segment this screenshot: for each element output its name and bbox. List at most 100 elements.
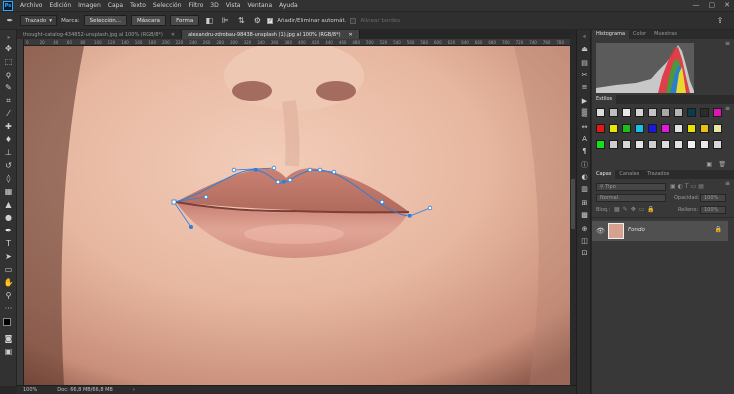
style-swatch[interactable] [622,140,631,149]
style-swatch[interactable] [700,124,709,133]
zoom-level[interactable]: 100% [23,387,37,393]
style-swatch[interactable] [687,124,696,133]
blur-tool-icon[interactable]: ▲ [2,200,15,210]
style-swatch[interactable] [661,124,670,133]
collapse-toolbar-icon[interactable]: » [2,33,15,43]
layer-row[interactable]: 👁 Fondo 🔒 [592,221,728,241]
menu-3d[interactable]: 3D [210,2,218,9]
style-swatch[interactable] [700,140,709,149]
style-swatch[interactable] [622,108,631,117]
style-swatch[interactable] [674,108,683,117]
style-swatch[interactable] [622,124,631,133]
hand-tool-icon[interactable]: ✋ [2,278,15,288]
paragraph-icon[interactable]: ▒ [579,108,590,118]
history-icon[interactable]: ⏏ [579,44,590,54]
libraries-icon[interactable]: ▥ [579,184,590,194]
opacity-field[interactable]: 100% [700,194,726,202]
menu-archivo[interactable]: Archivo [20,2,42,9]
layer-name[interactable]: Fondo [628,227,645,233]
menu-seleccion[interactable]: Selección [153,2,182,9]
path-operations-icon[interactable]: ◧ [203,15,215,27]
navigator-icon[interactable]: ⊞ [579,198,590,208]
pen-tool-preset-icon[interactable]: ✒ [4,15,16,27]
style-swatch[interactable] [687,140,696,149]
panel-menu-icon[interactable]: ≡ [725,40,730,47]
auto-add-delete-checkbox[interactable]: ✓ [267,17,274,24]
gradient-tool-icon[interactable]: ▦ [2,187,15,197]
panel-menu-icon[interactable]: ≡ [725,105,730,112]
path-alignment-icon[interactable]: ⊫ [219,15,231,27]
type-style-icon[interactable]: A [579,134,590,144]
menu-filtro[interactable]: Filtro [189,2,204,9]
menu-capa[interactable]: Capa [108,2,123,9]
style-swatch[interactable] [674,124,683,133]
more-tools-icon[interactable]: ··· [2,304,15,314]
brush-settings-icon[interactable]: ✂ [579,70,590,80]
close-icon[interactable]: ✕ [171,32,175,38]
style-swatch[interactable] [596,108,605,117]
glyphs-icon[interactable]: ↔ [579,122,590,132]
style-swatch[interactable] [687,108,696,117]
gear-icon[interactable]: ⚙ [251,15,263,27]
character-icon[interactable]: ▶ [579,96,590,106]
style-swatch[interactable] [713,124,722,133]
scrollbar-thumb[interactable] [571,179,575,229]
clone-stamp-tool-icon[interactable]: ⊥ [2,148,15,158]
shape-button[interactable]: Forma [170,15,200,26]
layer-filter-icons[interactable]: ▣◐T▭▤ [670,183,706,190]
foreground-color-swatch[interactable] [3,318,11,326]
style-swatch[interactable] [596,124,605,133]
photoshop-logo[interactable]: Ps [3,0,13,11]
properties-icon[interactable]: ▤ [579,58,590,68]
pen-mode-select[interactable]: Trazado ▾ [20,15,58,26]
paragraph-style-icon[interactable]: ¶ [579,146,590,156]
minimize-icon[interactable]: — [693,1,700,9]
swatches-icon[interactable]: ▩ [579,210,590,220]
tab-histogram[interactable]: Histograma [592,30,630,39]
marquee-tool-icon[interactable]: ⬚ [2,57,15,67]
rectangle-tool-icon[interactable]: ▭ [2,265,15,275]
style-swatch[interactable] [661,140,670,149]
eyedropper-tool-icon[interactable]: ⁄ [2,109,15,119]
path-selection-tool-icon[interactable]: ➤ [2,252,15,262]
selection-button[interactable]: Selección... [83,15,128,26]
close-icon[interactable]: ✕ [349,32,353,38]
menu-imagen[interactable]: Imagen [78,2,101,9]
menu-edicion[interactable]: Edición [49,2,71,9]
maximize-icon[interactable]: ▢ [709,1,716,9]
healing-brush-tool-icon[interactable]: ✚ [2,122,15,132]
style-swatch[interactable] [609,140,618,149]
style-swatch[interactable] [700,108,709,117]
screen-mode-icon[interactable]: ▣ [2,347,15,357]
align-edges-checkbox[interactable] [350,17,357,24]
dodge-tool-icon[interactable]: ● [2,213,15,223]
style-swatch[interactable] [609,108,618,117]
menu-vista[interactable]: Vista [226,2,241,9]
style-swatch[interactable] [609,124,618,133]
pen-tool-icon[interactable]: ✒ [2,226,15,236]
eraser-tool-icon[interactable]: ◊ [2,174,15,184]
clone-source-icon[interactable]: ⊕ [579,224,590,234]
brush-tool-icon[interactable]: ♦ [2,135,15,145]
style-swatch[interactable] [713,108,722,117]
zoom-tool-icon[interactable]: ⚲ [2,291,15,301]
style-swatch[interactable] [661,108,670,117]
tab-layers[interactable]: Capas [592,170,616,179]
collapse-panels-icon[interactable]: « [579,32,590,42]
tab-color[interactable]: Color [629,30,650,39]
blend-mode-select[interactable]: Normal [596,194,666,202]
adjustments-icon[interactable]: ◐ [579,172,590,182]
document-tab[interactable]: thought-catalog-434852-unsplash.jpg al 1… [17,30,183,39]
style-swatch[interactable] [596,140,605,149]
eye-icon[interactable]: 👁 [596,227,605,235]
move-tool-icon[interactable]: ✥ [2,44,15,54]
style-swatch[interactable] [648,140,657,149]
lasso-tool-icon[interactable]: ϙ [2,70,15,80]
canvas[interactable] [24,46,570,385]
quick-selection-tool-icon[interactable]: ✎ [2,83,15,93]
actions-icon[interactable]: ≡ [579,82,590,92]
trash-icon[interactable]: 🗑 [718,161,726,168]
tab-styles[interactable]: Estilos [592,95,617,104]
menu-texto[interactable]: Texto [130,2,146,9]
tab-swatches[interactable]: Muestras [650,30,681,39]
